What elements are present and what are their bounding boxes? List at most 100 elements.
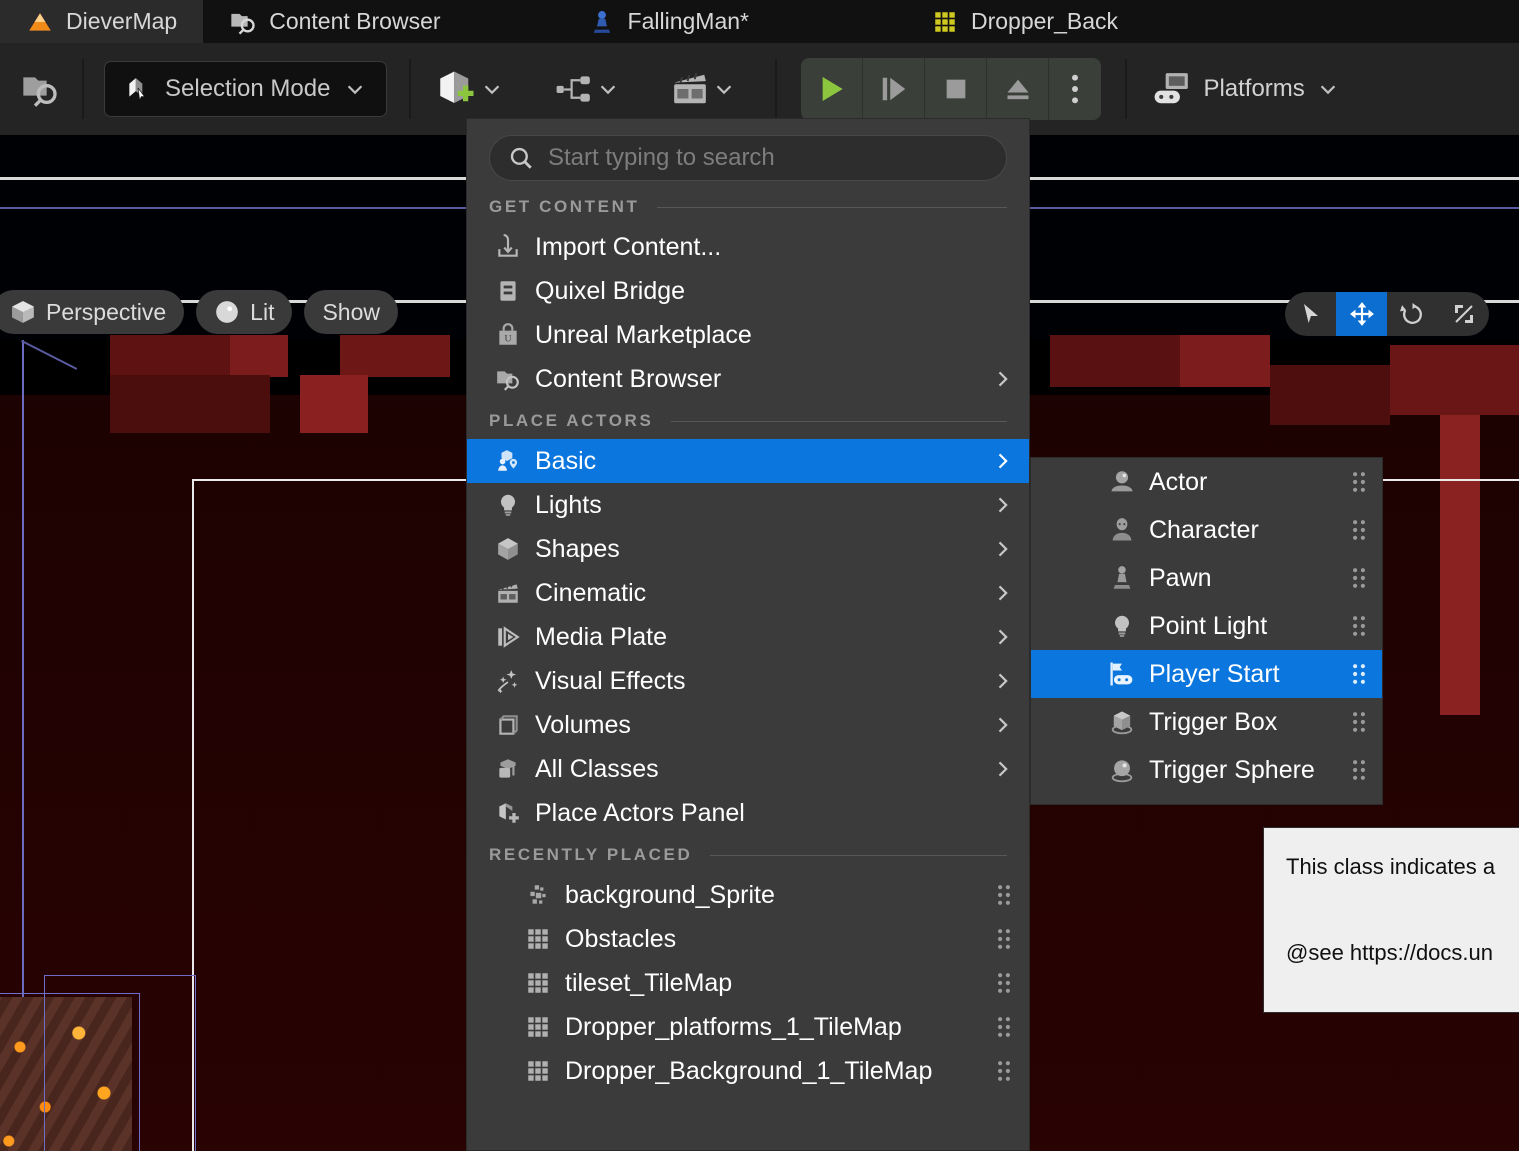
menu-item-label: Volumes (535, 710, 631, 739)
menu-item-quixel-bridge[interactable]: Quixel Bridge (467, 269, 1029, 313)
drag-handle-icon[interactable] (993, 882, 1015, 908)
drag-handle-icon[interactable] (1348, 613, 1370, 639)
menu-item-visual-effects[interactable]: Visual Effects (467, 659, 1029, 703)
tab-label: Content Browser (269, 8, 441, 34)
menu-item-media-plate[interactable]: Media Plate (467, 615, 1029, 659)
drag-handle-icon[interactable] (1348, 469, 1370, 495)
add-content-button[interactable] (421, 68, 517, 110)
menu-search-area[interactable] (467, 119, 1029, 187)
recent-item-background-sprite[interactable]: background_Sprite (467, 873, 1029, 917)
play-controls-group[interactable] (801, 58, 1102, 120)
submenu-item-actor[interactable]: Actor (1031, 458, 1382, 506)
chevron-right-icon (989, 495, 1015, 515)
submenu-item-pawn[interactable]: Pawn (1031, 554, 1382, 602)
menu-item-place-actors-panel[interactable]: Place Actors Panel (467, 791, 1029, 835)
menu-item-content-browser[interactable]: Content Browser (467, 357, 1029, 401)
blueprints-button[interactable] (541, 70, 633, 108)
platforms-dropdown[interactable]: Platforms (1153, 70, 1338, 108)
recent-item-dropper-platforms-1-tilemap[interactable]: Dropper_platforms_1_TileMap (467, 1005, 1029, 1049)
menu-item-label: Visual Effects (535, 666, 686, 695)
menu-item-all-classes[interactable]: All Classes (467, 747, 1029, 791)
menu-item-unreal-marketplace[interactable]: U Unreal Marketplace (467, 313, 1029, 357)
search-input[interactable] (548, 144, 988, 172)
submenu-item-player-start[interactable]: Player Start (1031, 650, 1382, 698)
import-icon (489, 232, 527, 262)
drag-handle-icon[interactable] (993, 926, 1015, 952)
wall-pixel (230, 335, 288, 377)
svg-text:U: U (504, 334, 511, 345)
recent-item-label: background_Sprite (565, 880, 775, 909)
submenu-item-label: Pawn (1149, 563, 1212, 592)
viewport-view-options[interactable]: Perspective Lit Show (0, 290, 399, 334)
character-icon (1103, 515, 1141, 545)
player-start-tooltip: This class indicates a @see https://docs… (1263, 827, 1519, 1013)
tab-fallingman[interactable]: FallingMan* (562, 0, 775, 43)
menu-item-label: All Classes (535, 754, 659, 783)
drag-handle-icon[interactable] (1348, 565, 1370, 591)
tab-label: Dropper_Back (970, 8, 1119, 34)
more-options-button[interactable] (1049, 58, 1101, 120)
section-header-place-actors: PLACE ACTORS (467, 401, 1029, 439)
rotate-tool-button[interactable] (1387, 292, 1438, 336)
drag-handle-icon[interactable] (993, 1014, 1015, 1040)
editor-tab-bar[interactable]: DieverMap Content Browser FallingMan* Dr… (0, 0, 1519, 43)
eject-button[interactable] (987, 58, 1050, 120)
submenu-item-trigger-sphere[interactable]: Trigger Sphere (1031, 746, 1382, 794)
play-button[interactable] (801, 58, 864, 120)
selection-mode-dropdown[interactable]: Selection Mode (104, 61, 388, 117)
scale-tool-button[interactable] (1438, 292, 1489, 336)
show-button[interactable]: Show (304, 290, 399, 334)
basic-actors-submenu[interactable]: Actor Character Pawn Point Light Player … (1030, 457, 1383, 805)
drag-handle-icon[interactable] (1348, 661, 1370, 687)
menu-item-import-content[interactable]: Import Content... (467, 225, 1029, 269)
tab-dievermap[interactable]: DieverMap (0, 0, 204, 43)
viewport-transform-toolbar[interactable] (1285, 292, 1489, 336)
chevron-down-icon[interactable] (481, 78, 503, 100)
menu-item-cinematic[interactable]: Cinematic (467, 571, 1029, 615)
recent-item-label: Dropper_Background_1_TileMap (565, 1056, 933, 1085)
toolbar-create-group[interactable] (413, 68, 757, 110)
section-title: GET CONTENT (489, 197, 640, 216)
chevron-down-icon[interactable] (713, 78, 735, 100)
drag-handle-icon[interactable] (993, 970, 1015, 996)
drag-handle-icon[interactable] (1348, 517, 1370, 543)
content-browser-toolbar-button[interactable] (0, 59, 80, 119)
cinematics-button[interactable] (657, 70, 749, 108)
submenu-item-label: Trigger Sphere (1149, 755, 1315, 784)
submenu-item-character[interactable]: Character (1031, 506, 1382, 554)
chevron-right-icon (989, 451, 1015, 471)
drag-handle-icon[interactable] (993, 1058, 1015, 1084)
drag-handle-icon[interactable] (1348, 757, 1370, 783)
drag-handle-icon[interactable] (1348, 709, 1370, 735)
tab-content-browser[interactable]: Content Browser (203, 0, 466, 43)
divider (710, 854, 1007, 856)
recent-item-tileset-tilemap[interactable]: tileset_TileMap (467, 961, 1029, 1005)
menu-item-basic[interactable]: Basic (467, 439, 1029, 483)
lighting-label: Lit (250, 298, 275, 325)
tab-label: DieverMap (66, 8, 178, 34)
toolbar-divider (1125, 59, 1128, 119)
place-actors-dropdown-menu[interactable]: GET CONTENT Import Content... (466, 118, 1030, 1151)
divider (657, 206, 1007, 208)
search-box[interactable] (489, 135, 1007, 181)
move-tool-button[interactable] (1336, 292, 1387, 336)
tilemap-icon (519, 1012, 557, 1042)
select-tool-button[interactable] (1285, 292, 1336, 336)
stop-button[interactable] (925, 58, 988, 120)
chevron-right-icon (989, 583, 1015, 603)
submenu-item-trigger-box[interactable]: Trigger Box (1031, 698, 1382, 746)
section-title: RECENTLY PLACED (489, 845, 693, 864)
recent-item-dropper-background-1-tilemap[interactable]: Dropper_Background_1_TileMap (467, 1049, 1029, 1093)
perspective-button[interactable]: Perspective (0, 290, 185, 334)
recent-item-obstacles[interactable]: Obstacles (467, 917, 1029, 961)
menu-item-shapes[interactable]: Shapes (467, 527, 1029, 571)
pawn-icon (1103, 563, 1141, 593)
tab-dropper-background[interactable]: Dropper_Back (905, 0, 1144, 43)
menu-item-label: Place Actors Panel (535, 798, 745, 827)
menu-item-volumes[interactable]: Volumes (467, 703, 1029, 747)
submenu-item-point-light[interactable]: Point Light (1031, 602, 1382, 650)
skip-button[interactable] (863, 58, 926, 120)
menu-item-lights[interactable]: Lights (467, 483, 1029, 527)
chevron-down-icon[interactable] (597, 78, 619, 100)
lighting-button[interactable]: Lit (196, 290, 293, 334)
